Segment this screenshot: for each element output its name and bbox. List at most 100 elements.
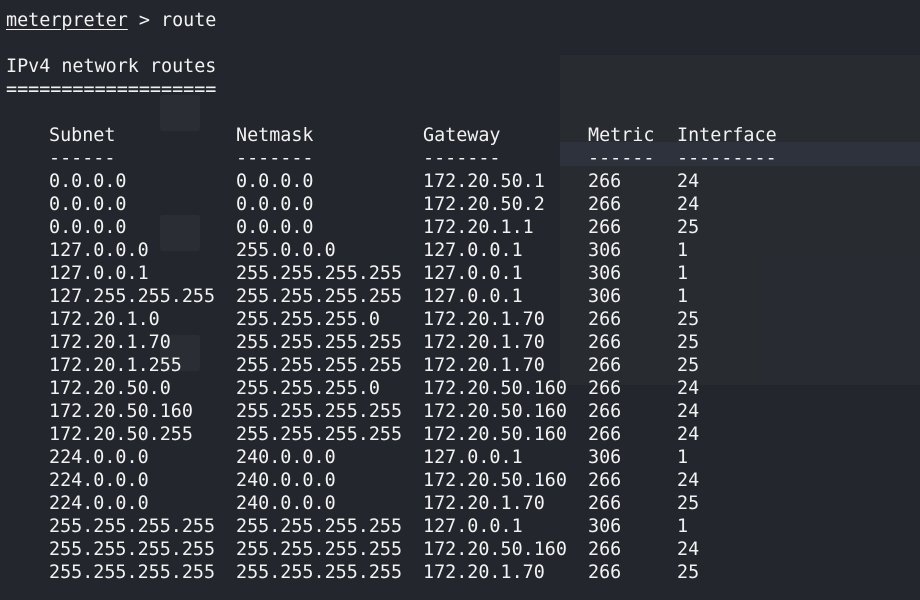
cell-gateway: 172.20.1.70 (423, 309, 545, 330)
cell-netmask: 255.0.0.0 (236, 240, 336, 261)
cell-netmask: 255.255.255.255 (236, 286, 403, 307)
cell-metric: 306 (588, 516, 622, 537)
cell-interface: 1 (677, 286, 689, 307)
table-header-row: Subnet Netmask Gateway Metric Interface (0, 124, 920, 147)
cell-netmask: 255.255.255.255 (236, 516, 403, 537)
dashes-subnet: ------ (49, 148, 116, 169)
header-netmask: Netmask (236, 125, 314, 146)
cell-metric: 266 (588, 171, 622, 192)
table-row: 172.20.1.255 255.255.255.255 172.20.1.70… (0, 354, 920, 377)
cell-gateway: 127.0.0.1 (423, 263, 523, 284)
cell-gateway: 172.20.50.2 (423, 194, 545, 215)
header-interface: Interface (677, 125, 777, 146)
cell-gateway: 172.20.50.160 (423, 470, 567, 491)
cell-interface: 24 (677, 539, 700, 560)
cell-subnet: 224.0.0.0 (49, 447, 149, 468)
cell-interface: 1 (677, 447, 689, 468)
cell-interface: 25 (677, 332, 700, 353)
terminal-window[interactable]: meterpreter > route IPv4 network routes … (0, 0, 920, 600)
cell-subnet: 0.0.0.0 (49, 217, 127, 238)
section-underline: =================== (6, 79, 217, 100)
cell-subnet: 224.0.0.0 (49, 493, 149, 514)
table-row: 0.0.0.0 0.0.0.0 172.20.1.1 266 25 (0, 216, 920, 239)
cell-gateway: 172.20.1.70 (423, 332, 545, 353)
cell-netmask: 0.0.0.0 (236, 171, 314, 192)
cell-metric: 266 (588, 378, 622, 399)
section-title: IPv4 network routes (6, 56, 217, 77)
cell-netmask: 255.255.255.0 (236, 309, 380, 330)
cell-gateway: 172.20.1.70 (423, 562, 545, 583)
cell-gateway: 172.20.50.160 (423, 424, 567, 445)
cell-netmask: 255.255.255.255 (236, 424, 403, 445)
table-row: 127.255.255.255 255.255.255.255 127.0.0.… (0, 285, 920, 308)
prompt-separator: > (127, 10, 162, 31)
cell-interface: 24 (677, 194, 700, 215)
cell-metric: 306 (588, 447, 622, 468)
cell-interface: 25 (677, 355, 700, 376)
cell-gateway: 172.20.1.70 (423, 493, 545, 514)
table-row: 172.20.50.255 255.255.255.255 172.20.50.… (0, 423, 920, 446)
table-row: 0.0.0.0 0.0.0.0 172.20.50.1 266 24 (0, 170, 920, 193)
cell-interface: 1 (677, 240, 689, 261)
table-row: 172.20.50.0 255.255.255.0 172.20.50.160 … (0, 377, 920, 400)
cell-metric: 266 (588, 309, 622, 330)
dashes-gateway: ------- (423, 148, 501, 169)
cell-interface: 24 (677, 171, 700, 192)
cell-interface: 24 (677, 470, 700, 491)
cell-metric: 306 (588, 240, 622, 261)
cell-gateway: 127.0.0.1 (423, 286, 523, 307)
cell-gateway: 172.20.50.160 (423, 401, 567, 422)
table-row: 172.20.1.70 255.255.255.255 172.20.1.70 … (0, 331, 920, 354)
table-row: 0.0.0.0 0.0.0.0 172.20.50.2 266 24 (0, 193, 920, 216)
cell-subnet: 172.20.50.0 (49, 378, 171, 399)
cell-metric: 266 (588, 493, 622, 514)
table-row: 127.0.0.0 255.0.0.0 127.0.0.1 306 1 (0, 239, 920, 262)
cell-netmask: 0.0.0.0 (236, 217, 314, 238)
cell-subnet: 255.255.255.255 (49, 516, 216, 537)
cell-subnet: 127.0.0.1 (49, 263, 149, 284)
cell-netmask: 255.255.255.255 (236, 263, 403, 284)
cell-metric: 266 (588, 401, 622, 422)
cell-netmask: 240.0.0.0 (236, 470, 336, 491)
cell-gateway: 172.20.1.70 (423, 355, 545, 376)
cell-metric: 306 (588, 286, 622, 307)
cell-interface: 24 (677, 424, 700, 445)
command-text: route (161, 10, 217, 31)
cell-interface: 25 (677, 309, 700, 330)
cell-interface: 24 (677, 378, 700, 399)
cell-subnet: 127.255.255.255 (49, 286, 216, 307)
cell-metric: 266 (588, 539, 622, 560)
prompt-name: meterpreter (6, 10, 128, 31)
cell-interface: 24 (677, 401, 700, 422)
cell-netmask: 240.0.0.0 (236, 493, 336, 514)
cell-interface: 25 (677, 493, 700, 514)
cell-metric: 306 (588, 263, 622, 284)
header-gateway: Gateway (423, 125, 501, 146)
dashes-interface: --------- (677, 148, 777, 169)
cell-netmask: 255.255.255.0 (236, 378, 380, 399)
cell-subnet: 255.255.255.255 (49, 539, 216, 560)
cell-gateway: 127.0.0.1 (423, 516, 523, 537)
table-row: 255.255.255.255 255.255.255.255 172.20.1… (0, 561, 920, 584)
header-metric: Metric (588, 125, 655, 146)
cell-netmask: 0.0.0.0 (236, 194, 314, 215)
cell-gateway: 172.20.50.160 (423, 539, 567, 560)
cell-metric: 266 (588, 424, 622, 445)
cell-subnet: 0.0.0.0 (49, 171, 127, 192)
table-header-dashes: ------ ------- ------- ------ --------- (0, 147, 920, 170)
cell-gateway: 172.20.50.160 (423, 378, 567, 399)
cell-metric: 266 (588, 562, 622, 583)
prompt-line: meterpreter > route (6, 9, 216, 32)
cell-subnet: 172.20.50.160 (49, 401, 193, 422)
cell-metric: 266 (588, 355, 622, 376)
cell-subnet: 172.20.1.70 (49, 332, 171, 353)
cell-netmask: 255.255.255.255 (236, 355, 403, 376)
cell-metric: 266 (588, 194, 622, 215)
cell-subnet: 127.0.0.0 (49, 240, 149, 261)
cell-subnet: 224.0.0.0 (49, 470, 149, 491)
dashes-netmask: ------- (236, 148, 314, 169)
cell-interface: 25 (677, 217, 700, 238)
header-subnet: Subnet (49, 125, 116, 146)
cell-gateway: 172.20.1.1 (423, 217, 534, 238)
table-row: 224.0.0.0 240.0.0.0 172.20.1.70 266 25 (0, 492, 920, 515)
